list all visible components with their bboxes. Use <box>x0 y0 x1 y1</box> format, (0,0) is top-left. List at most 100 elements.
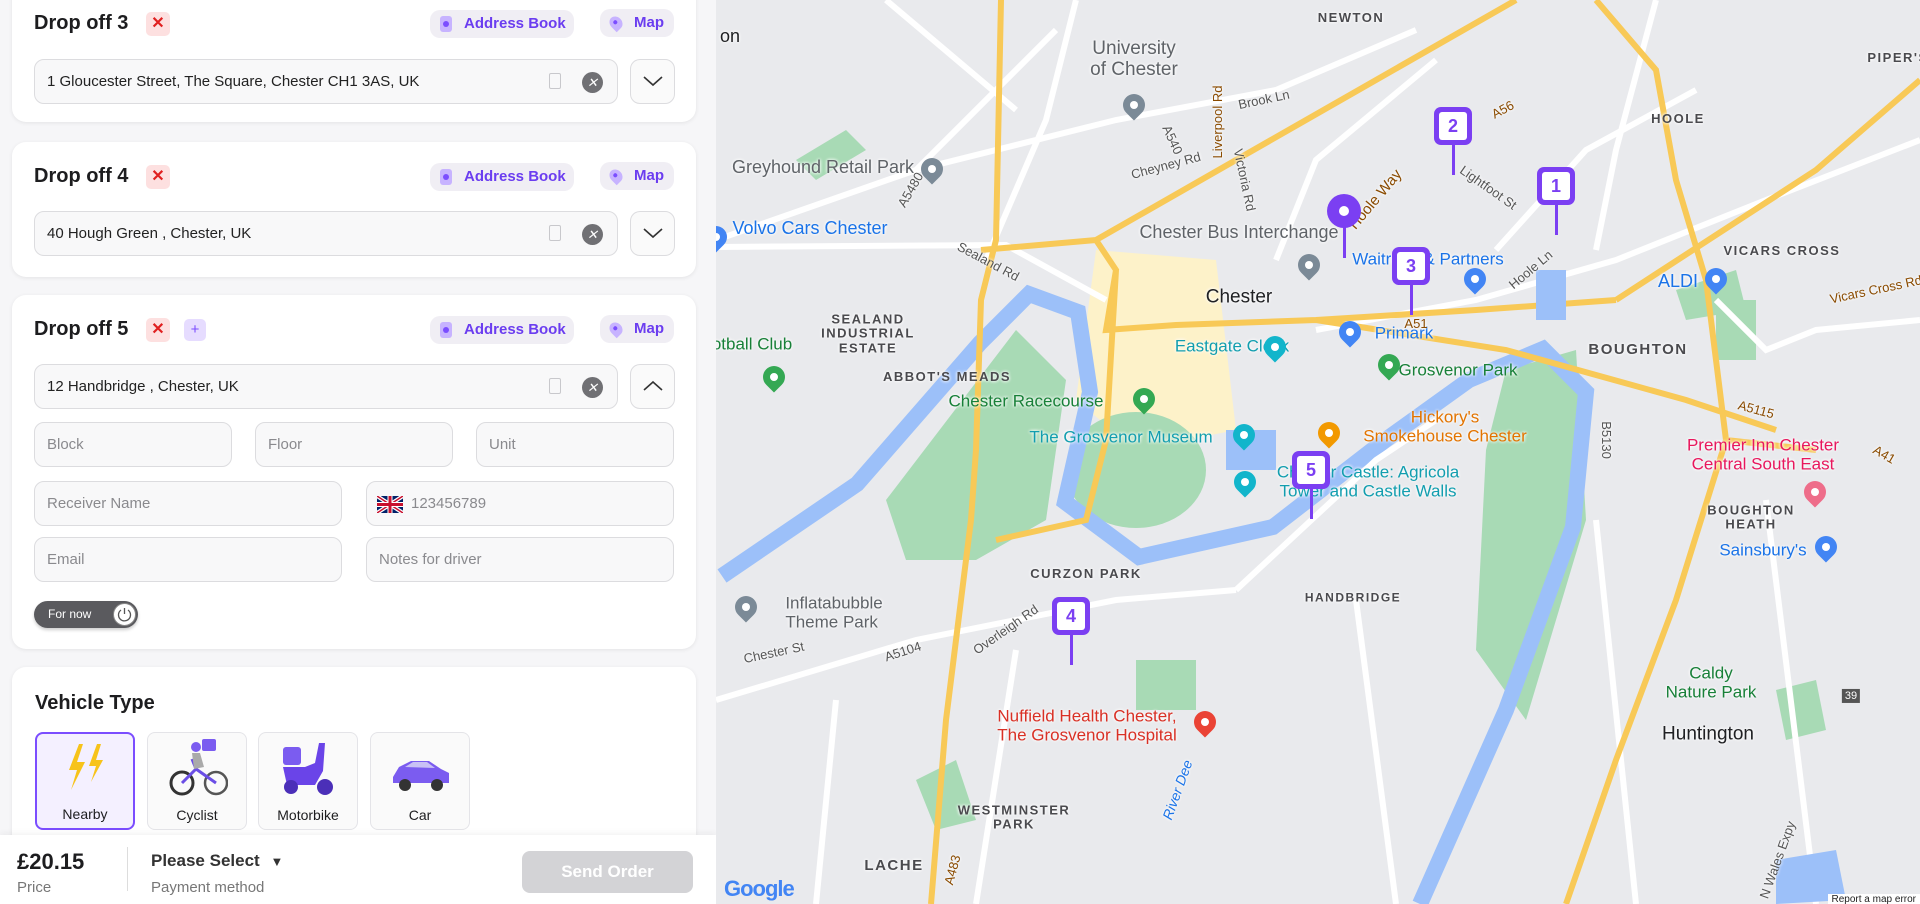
phone-input[interactable]: 123456789 <box>366 481 674 526</box>
map-button[interactable]: Map <box>600 315 674 343</box>
address-value: 12 Handbridge , Chester, UK <box>47 378 239 395</box>
bookmark-icon[interactable] <box>549 225 561 241</box>
bookmark-icon[interactable] <box>549 73 561 89</box>
marker-number: 3 <box>1397 252 1425 280</box>
payment-value: Please Select <box>151 851 260 870</box>
address-book-button[interactable]: Address Book <box>430 10 574 38</box>
dropoff-marker-1[interactable]: 1 <box>1537 167 1575 235</box>
vehicle-label: Car <box>408 807 432 823</box>
add-dropoff-button[interactable]: + <box>184 319 206 341</box>
schedule-toggle[interactable]: For now <box>34 601 138 628</box>
vehicle-label: Motorbike <box>277 807 339 823</box>
google-logo: Google <box>724 876 795 901</box>
map-label: NEWTON <box>1317 9 1385 25</box>
marker-number: 1 <box>1542 172 1570 200</box>
map-label: Nuffield Health Chester, The Grosvenor H… <box>997 706 1177 744</box>
dropoff-marker-3[interactable]: 3 <box>1392 247 1430 315</box>
map-label: The Grosvenor Museum <box>1029 427 1213 447</box>
send-order-button[interactable]: Send Order <box>522 851 693 893</box>
unit-input[interactable]: Unit <box>476 422 674 467</box>
vehicle-option-cyclist[interactable]: Cyclist <box>147 732 247 830</box>
dropoff-title: Drop off 5 <box>34 318 129 340</box>
expand-button[interactable] <box>630 211 675 256</box>
toggle-label: For now <box>48 607 92 621</box>
pickup-pin-stem <box>1343 226 1346 258</box>
vehicle-option-nearby[interactable]: Nearby <box>35 732 135 830</box>
lightning-icon <box>69 744 103 790</box>
price-value: £20.15 <box>17 849 85 874</box>
map-label: otball Club <box>716 334 793 354</box>
receiver-name-input[interactable]: Receiver Name <box>34 481 342 526</box>
map-label: on <box>719 26 741 47</box>
marker-number: 5 <box>1297 456 1325 484</box>
order-panel: Drop off 3 ✕ Address Book Map 1 Gloucest… <box>0 0 716 904</box>
price-label: Price <box>17 879 52 896</box>
collapse-button[interactable] <box>630 364 675 409</box>
address-input[interactable]: 40 Hough Green , Chester, UK ✕ <box>34 211 618 256</box>
vehicle-label: Nearby <box>62 806 108 822</box>
map-button[interactable]: Map <box>600 9 674 37</box>
address-value: 1 Gloucester Street, The Square, Chester… <box>47 73 420 90</box>
address-input[interactable]: 12 Handbridge , Chester, UK ✕ <box>34 364 618 409</box>
address-book-button[interactable]: Address Book <box>430 163 574 191</box>
address-book-button[interactable]: Address Book <box>430 316 574 344</box>
clear-icon[interactable]: ✕ <box>582 72 603 93</box>
map-label: Greyhound Retail Park <box>731 157 915 178</box>
map-label: Map <box>634 320 664 337</box>
map-view[interactable]: on NEWTON University of Chester Brook Ln… <box>716 0 1920 904</box>
address-book-icon <box>440 322 452 338</box>
map-label: Premier Inn Chester Central South East <box>1686 435 1840 473</box>
address-book-label: Address Book <box>464 321 566 338</box>
clear-icon[interactable]: ✕ <box>582 224 603 245</box>
notes-input[interactable]: Notes for driver <box>366 537 674 582</box>
uk-flag-icon[interactable] <box>377 496 403 513</box>
map-label: WESTMINSTER PARK <box>957 802 1071 832</box>
map-label: Map <box>634 167 664 184</box>
address-book-icon <box>440 16 452 32</box>
address-book-icon <box>440 169 452 185</box>
clear-icon[interactable]: ✕ <box>582 377 603 398</box>
dropoff-marker-4[interactable]: 4 <box>1052 597 1090 665</box>
map-label: 39 <box>1841 688 1861 704</box>
map-label: HOOLE <box>1651 110 1705 126</box>
dropoff-card-5: Drop off 5 ✕ + Address Book Map 12 Handb… <box>12 295 696 649</box>
block-input[interactable]: Block <box>34 422 232 467</box>
map-label: Chester Bus Interchange <box>1139 222 1339 243</box>
address-input[interactable]: 1 Gloucester Street, The Square, Chester… <box>34 59 618 104</box>
map-label: Chester <box>1205 286 1273 308</box>
payment-method-label: Payment method <box>151 879 265 896</box>
remove-dropoff-button[interactable]: ✕ <box>146 318 170 342</box>
dropoff-marker-2[interactable]: 2 <box>1434 107 1472 175</box>
map-button[interactable]: Map <box>600 162 674 190</box>
divider <box>127 847 128 891</box>
map-label: Grosvenor Park <box>1398 360 1518 380</box>
vehicle-option-car[interactable]: Car <box>370 732 470 830</box>
map-label: Map <box>634 14 664 31</box>
remove-dropoff-button[interactable]: ✕ <box>146 12 170 36</box>
map-label: Sainsbury's <box>1719 540 1807 560</box>
vehicle-option-motorbike[interactable]: Motorbike <box>258 732 358 830</box>
marker-number: 2 <box>1439 112 1467 140</box>
power-icon <box>113 603 136 626</box>
map-label: Volvo Cars Chester <box>732 218 888 239</box>
report-map-error-link[interactable]: Report a map error <box>1827 894 1920 904</box>
map-label: A51 <box>1404 315 1428 331</box>
car-icon <box>393 761 449 791</box>
bookmark-icon[interactable] <box>549 378 561 394</box>
order-footer: £20.15 Price Please Select ▼ Payment met… <box>0 835 716 904</box>
map-label: B5130 <box>1599 421 1615 459</box>
chevron-down-icon <box>643 228 663 239</box>
floor-input[interactable]: Floor <box>255 422 453 467</box>
motorbike-icon <box>283 743 333 795</box>
map-label: ABBOT'S MEADS <box>882 368 1012 384</box>
payment-method-select[interactable]: Please Select ▼ <box>151 851 283 871</box>
dropoff-title: Drop off 4 <box>34 165 129 187</box>
remove-dropoff-button[interactable]: ✕ <box>146 165 170 189</box>
chevron-up-icon <box>643 380 663 391</box>
dropoff-title: Drop off 3 <box>34 12 129 34</box>
dropoff-marker-5[interactable]: 5 <box>1292 451 1330 519</box>
pickup-pin-icon[interactable] <box>1327 194 1361 228</box>
expand-button[interactable] <box>630 59 675 104</box>
caret-down-icon: ▼ <box>270 854 284 869</box>
email-input[interactable]: Email <box>34 537 342 582</box>
